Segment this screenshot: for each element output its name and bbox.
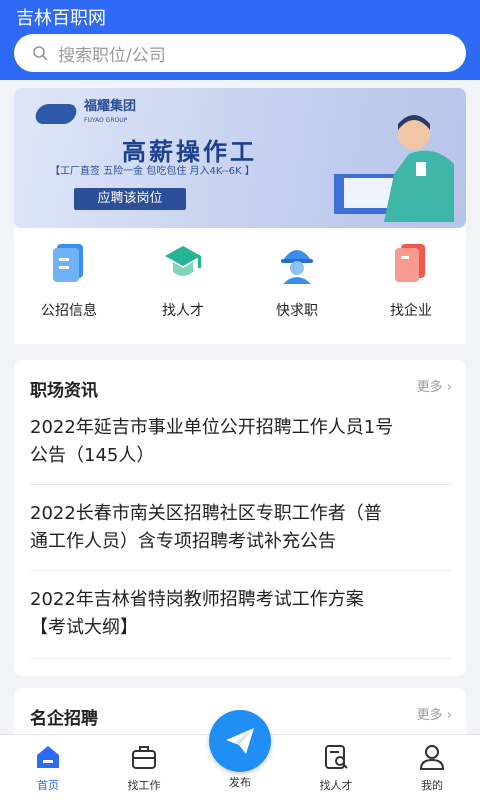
- quick-link-public-recruit[interactable]: 公招信息: [24, 240, 114, 320]
- home-icon: [37, 746, 59, 768]
- tab-mine[interactable]: 我的: [392, 743, 472, 793]
- header-bar: 吉林百职网 搜索职位/公司: [0, 0, 480, 80]
- search-placeholder: 搜索职位/公司: [58, 45, 166, 66]
- quick-link-label: 找企业: [390, 303, 432, 319]
- quick-link-job-seek[interactable]: 快求职: [252, 240, 342, 320]
- resume-search-icon: [325, 745, 348, 769]
- news-item-line: 2022长春市南关区招聘社区专职工作者（普: [30, 503, 382, 524]
- news-item-line: 2022年吉林省特岗教师招聘考试工作方案: [30, 589, 364, 610]
- quick-link-find-talent[interactable]: 找人才: [138, 240, 228, 320]
- banner-subtitle: 【工厂直签 五险一金 包吃包住 月入4K--6K 】: [50, 166, 255, 177]
- news-item-line: 2022年延吉市事业单位公开招聘工作人员1号: [30, 417, 394, 438]
- news-item[interactable]: 2022长春市南关区招聘社区专职工作者（普 通工作人员）含专项招聘考试补充公告: [30, 500, 452, 556]
- apply-button[interactable]: 应聘该岗位: [74, 188, 186, 210]
- logo-company-name: 福耀集团: [84, 99, 137, 114]
- news-section: 职场资讯 更多 › 2022年延吉市事业单位公开招聘工作人员1号 公告（145人…: [14, 360, 466, 676]
- quick-link-find-company[interactable]: 找企业: [366, 240, 456, 320]
- document-icon: [53, 244, 83, 282]
- news-item-line: 公告（145人）: [30, 445, 155, 466]
- user-icon: [419, 745, 445, 770]
- search-input[interactable]: 搜索职位/公司: [14, 34, 466, 72]
- logo-company-en: FUYAO GROUP: [84, 117, 128, 124]
- news-more-link[interactable]: 更多 ›: [417, 376, 452, 395]
- divider: [30, 658, 452, 659]
- worker-helmet-icon: [281, 250, 313, 284]
- briefcase-icon: [132, 746, 156, 769]
- news-section-title: 职场资讯: [30, 381, 98, 401]
- tab-label: 找工作: [127, 779, 161, 792]
- news-item-line: 通工作人员）含专项招聘考试补充公告: [30, 531, 336, 552]
- companies-section-title: 名企招聘: [30, 709, 98, 729]
- publish-button[interactable]: [209, 710, 271, 772]
- paper-plane-icon: [226, 728, 254, 754]
- news-more-label: 更多: [416, 380, 443, 395]
- publish-label: 发布: [229, 776, 251, 789]
- tab-label: 找人才: [319, 779, 353, 792]
- quick-link-label: 找人才: [162, 303, 204, 319]
- companies-more-label: 更多: [416, 708, 443, 723]
- quick-links: 公招信息 找人才 快求职 找企业: [14, 228, 466, 344]
- news-item-line: 【考试大纲】: [30, 617, 138, 638]
- companies-more-link[interactable]: 更多 ›: [417, 704, 452, 723]
- divider: [30, 570, 452, 571]
- tab-label: 首页: [37, 779, 59, 792]
- graduation-cap-icon: [165, 246, 201, 276]
- chevron-right-icon: ›: [446, 708, 452, 723]
- app-title: 吉林百职网: [16, 8, 106, 29]
- divider: [30, 484, 452, 485]
- tab-home[interactable]: 首页: [8, 743, 88, 793]
- promo-banner[interactable]: 福耀集团 FUYAO GROUP 高薪操作工 【工厂直签 五险一金 包吃包住 月…: [14, 88, 466, 228]
- tab-find-talent[interactable]: 找人才: [296, 743, 376, 793]
- quick-link-label: 快求职: [276, 303, 318, 319]
- company-card-icon: [395, 244, 425, 282]
- news-item[interactable]: 2022年吉林省特岗教师招聘考试工作方案 【考试大纲】: [30, 586, 452, 642]
- company-logo: 福耀集团 FUYAO GROUP: [33, 99, 137, 128]
- tab-find-job[interactable]: 找工作: [104, 743, 184, 793]
- logo-mark: [33, 104, 79, 124]
- worker-illustration: [334, 115, 454, 222]
- search-icon: [33, 46, 48, 61]
- chevron-right-icon: ›: [446, 380, 452, 395]
- tab-label: 我的: [421, 779, 443, 792]
- news-item[interactable]: 2022年延吉市事业单位公开招聘工作人员1号 公告（145人）: [30, 414, 452, 470]
- quick-link-label: 公招信息: [41, 303, 97, 319]
